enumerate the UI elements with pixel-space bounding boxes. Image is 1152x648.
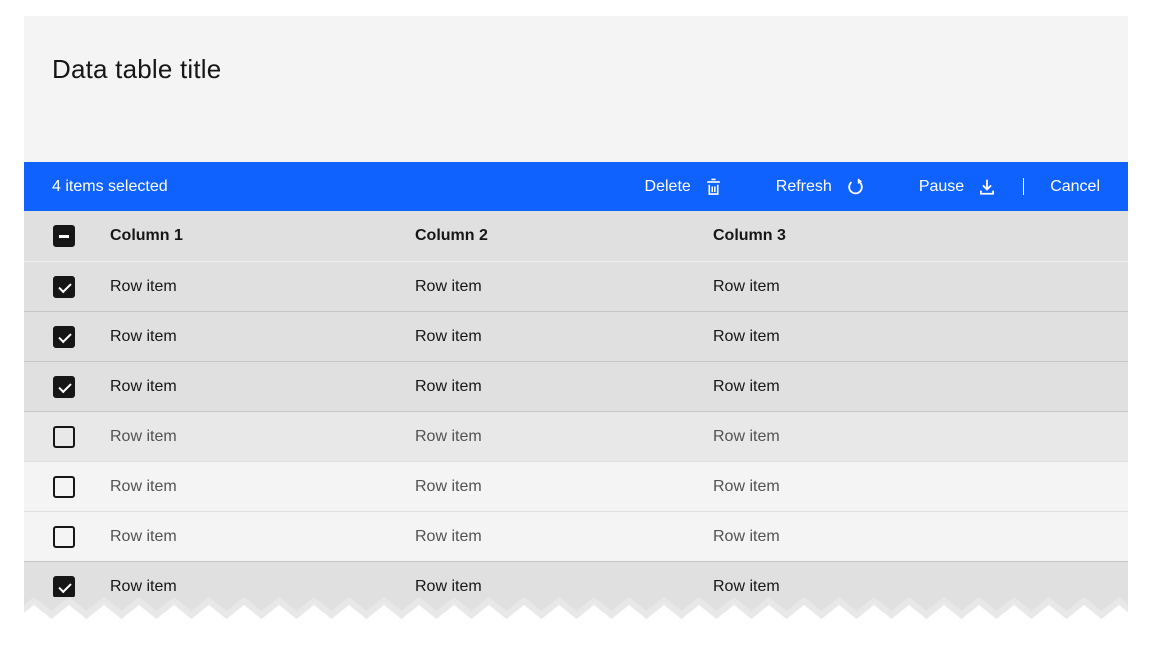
refresh-icon (846, 177, 865, 196)
table-cell: Row item (713, 578, 1128, 596)
table-cell: Row item (713, 278, 1128, 296)
batch-action-bar: 4 items selected Delete Refresh (24, 162, 1128, 211)
table-cell: Row item (110, 328, 415, 346)
table-row: Row item Row item Row item (24, 411, 1128, 461)
row-checkbox[interactable] (53, 376, 75, 398)
row-checkbox-cell (24, 276, 110, 298)
table-cell: Row item (415, 478, 713, 496)
torn-edge-main (24, 597, 1128, 611)
table-cell: Row item (110, 428, 415, 446)
table-cell: Row item (415, 578, 713, 596)
table-cell: Row item (415, 528, 713, 546)
select-all-cell (24, 225, 110, 247)
data-table: Data table title 4 items selected Delete (24, 16, 1128, 611)
page-title: Data table title (52, 54, 1100, 85)
table-cell: Row item (110, 378, 415, 396)
table-cell: Row item (415, 278, 713, 296)
column-header-2: Column 2 (415, 227, 713, 245)
table-cell: Row item (713, 378, 1128, 396)
row-checkbox-cell (24, 326, 110, 348)
pause-button-label: Pause (919, 178, 964, 196)
table-cell: Row item (110, 578, 415, 596)
table-row: Row item Row item Row item (24, 361, 1128, 411)
row-checkbox[interactable] (53, 326, 75, 348)
table-cell: Row item (713, 328, 1128, 346)
row-checkbox-cell (24, 526, 110, 548)
row-checkbox[interactable] (53, 276, 75, 298)
column-header-1: Column 1 (110, 227, 415, 245)
delete-button-label: Delete (645, 178, 691, 196)
table-row: Row item Row item Row item (24, 311, 1128, 361)
trash-icon (705, 178, 722, 196)
table-cell: Row item (713, 528, 1128, 546)
table-cell: Row item (713, 428, 1128, 446)
table-row: Row item Row item Row item (24, 511, 1128, 561)
row-checkbox-cell (24, 426, 110, 448)
column-header-3: Column 3 (713, 227, 1128, 245)
table-cell: Row item (713, 478, 1128, 496)
row-checkbox-cell (24, 476, 110, 498)
table-row: Row item Row item Row item (24, 461, 1128, 511)
table-cell: Row item (415, 428, 713, 446)
table-cell: Row item (415, 328, 713, 346)
table-cell: Row item (110, 478, 415, 496)
cancel-button-label: Cancel (1050, 178, 1100, 196)
selected-count: 4 items selected (52, 178, 168, 196)
select-all-checkbox[interactable] (53, 225, 75, 247)
table-row: Row item Row item Row item (24, 261, 1128, 311)
row-checkbox[interactable] (53, 426, 75, 448)
table-cell: Row item (110, 278, 415, 296)
row-checkbox[interactable] (53, 526, 75, 548)
delete-button[interactable]: Delete (618, 162, 749, 211)
table-header-row: Column 1 Column 2 Column 3 (24, 211, 1128, 261)
row-checkbox-cell (24, 376, 110, 398)
row-checkbox[interactable] (53, 476, 75, 498)
download-icon (978, 178, 996, 196)
table-cell: Row item (415, 378, 713, 396)
table-title-section: Data table title (24, 16, 1128, 162)
row-checkbox[interactable] (53, 576, 75, 598)
cancel-button[interactable]: Cancel (1024, 162, 1128, 211)
batch-actions: Delete Refresh (618, 162, 1128, 211)
refresh-button[interactable]: Refresh (749, 162, 892, 211)
table-cell: Row item (110, 528, 415, 546)
row-checkbox-cell (24, 576, 110, 598)
pause-button[interactable]: Pause (892, 162, 1023, 211)
refresh-button-label: Refresh (776, 178, 832, 196)
